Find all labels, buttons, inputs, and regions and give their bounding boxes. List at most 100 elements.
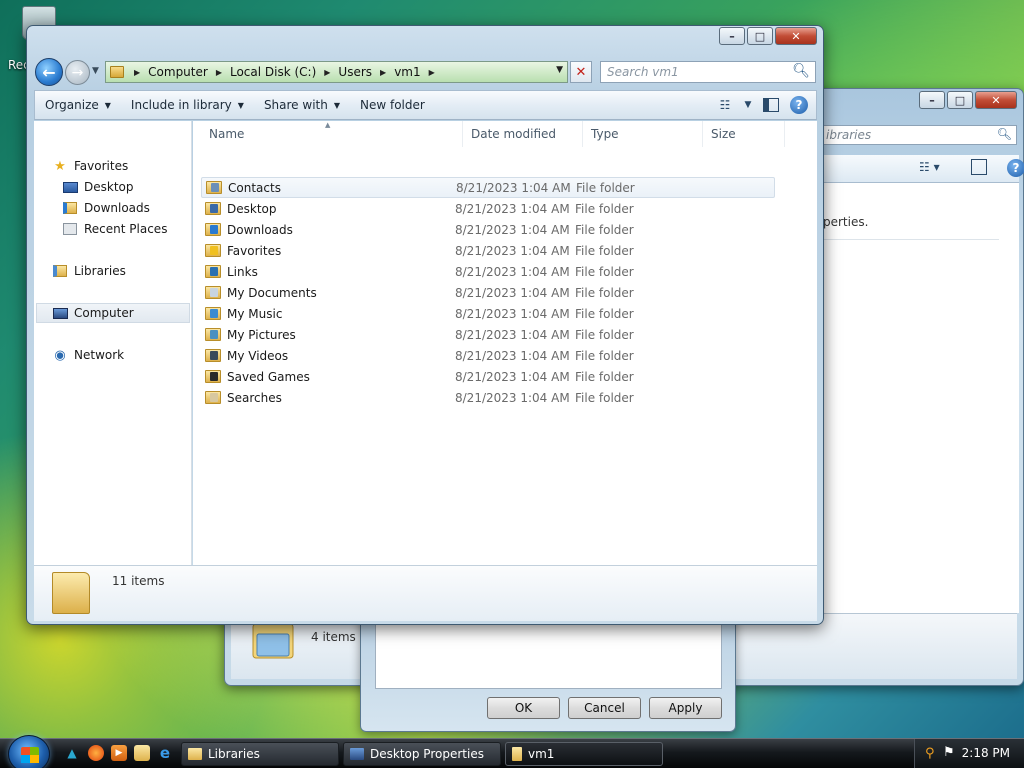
history-dropdown-icon[interactable]: ▼ <box>92 66 99 76</box>
table-row[interactable]: Links 8/21/2023 1:04 AM File folder <box>201 261 775 282</box>
desktop-icon <box>62 180 78 194</box>
file-type: File folder <box>575 348 634 363</box>
new-folder-button[interactable]: New folder <box>350 91 435 119</box>
breadcrumb-arrow-icon[interactable]: ▶ <box>216 68 222 77</box>
folder-icon <box>205 370 221 383</box>
action-center-flag-icon[interactable]: ⚑ <box>943 745 955 760</box>
search-icon[interactable]: ⚲ <box>925 746 935 761</box>
include-in-library-button[interactable]: Include in library ▼ <box>121 91 254 119</box>
table-row[interactable]: Searches 8/21/2023 1:04 AM File folder <box>201 387 775 408</box>
network-icon: ◉ <box>54 347 66 363</box>
breadcrumb-users[interactable]: Users <box>338 65 372 79</box>
address-bar[interactable]: ▶ Computer ▶ Local Disk (C:) ▶ Users ▶ v… <box>105 61 568 83</box>
firefox-icon[interactable] <box>88 745 104 761</box>
organize-button[interactable]: Organize ▼ <box>35 91 121 119</box>
table-row[interactable]: Desktop 8/21/2023 1:04 AM File folder <box>201 198 775 219</box>
nav-desktop[interactable]: Desktop <box>62 177 134 197</box>
file-name: Favorites <box>227 243 282 258</box>
file-type: File folder <box>575 201 634 216</box>
internet-explorer-icon[interactable]: e <box>157 744 173 762</box>
libraries-icon <box>52 264 68 278</box>
breadcrumb-arrow-icon[interactable]: ▶ <box>429 68 435 77</box>
taskbar-vm1[interactable]: vm1 <box>505 742 663 766</box>
folder-icon <box>205 328 221 341</box>
libraries-content-text: perties. <box>823 215 869 229</box>
breadcrumb-arrow-icon[interactable]: ▶ <box>134 68 140 77</box>
column-header-size[interactable]: Size <box>705 121 785 147</box>
minimize-button[interactable]: – <box>919 91 945 109</box>
libraries-toolbar: ☷ ▾ ? <box>823 155 1024 183</box>
minimize-button[interactable]: – <box>719 27 745 45</box>
table-row[interactable]: My Documents 8/21/2023 1:04 AM File folder <box>201 282 775 303</box>
close-button[interactable]: ✕ <box>775 27 817 45</box>
views-dropdown-icon[interactable]: ▼ <box>742 95 754 115</box>
folder-icon <box>188 748 202 760</box>
table-row[interactable]: Favorites 8/21/2023 1:04 AM File folder <box>201 240 775 261</box>
explorer-icon[interactable] <box>134 745 150 761</box>
switch-windows-icon[interactable]: ▲ <box>64 745 80 761</box>
file-date: 8/21/2023 1:04 AM <box>455 327 570 342</box>
folder-icon <box>205 202 221 215</box>
preview-pane-icon[interactable] <box>760 95 782 115</box>
share-with-button[interactable]: Share with ▼ <box>254 91 350 119</box>
folder-icon <box>205 244 221 257</box>
table-row[interactable]: My Videos 8/21/2023 1:04 AM File folder <box>201 345 775 366</box>
table-row[interactable]: Contacts 8/21/2023 1:04 AM File folder <box>201 177 775 198</box>
nav-computer[interactable]: Computer <box>36 303 190 323</box>
display-icon <box>350 748 364 760</box>
forward-arrow-icon[interactable]: → <box>65 60 90 85</box>
views-icon[interactable]: ☷ ▾ <box>919 160 940 174</box>
media-player-icon[interactable]: ▶ <box>111 745 127 761</box>
breadcrumb-arrow-icon[interactable]: ▶ <box>380 68 386 77</box>
column-header-name[interactable]: Name <box>203 121 463 147</box>
nav-recent-places[interactable]: Recent Places <box>62 219 167 239</box>
folder-icon <box>205 391 221 404</box>
address-dropdown-icon[interactable]: ▼ <box>556 65 563 75</box>
breadcrumb-local-disk[interactable]: Local Disk (C:) <box>230 65 316 79</box>
breadcrumb-vm1[interactable]: vm1 <box>394 65 420 79</box>
ok-button[interactable]: OK <box>487 697 560 719</box>
libraries-search-input[interactable]: ibraries 🔍︎ <box>821 125 1017 145</box>
star-icon: ★ <box>54 158 66 174</box>
cancel-button[interactable]: Cancel <box>568 697 641 719</box>
file-type: File folder <box>575 243 634 258</box>
nav-libraries-label: Libraries <box>74 264 126 278</box>
table-row[interactable]: Downloads 8/21/2023 1:04 AM File folder <box>201 219 775 240</box>
nav-downloads[interactable]: Downloads <box>62 198 150 218</box>
table-row[interactable]: My Music 8/21/2023 1:04 AM File folder <box>201 303 775 324</box>
folder-badge-icon <box>210 372 218 381</box>
search-input[interactable]: Search vm1 🔍︎ <box>600 61 816 83</box>
nav-network[interactable]: ◉ Network <box>52 345 124 365</box>
column-header-type[interactable]: Type <box>585 121 703 147</box>
libraries-icon <box>252 623 294 659</box>
libraries-content: perties. <box>823 183 1019 613</box>
table-row[interactable]: My Pictures 8/21/2023 1:04 AM File folder <box>201 324 775 345</box>
help-icon[interactable]: ? <box>1007 159 1024 177</box>
vm1-explorer-window: – □ ✕ ← → ▼ ▶ Computer ▶ Local Disk (C:)… <box>26 25 824 625</box>
nav-libraries[interactable]: Libraries <box>52 261 126 281</box>
apply-button[interactable]: Apply <box>649 697 722 719</box>
start-button[interactable] <box>8 735 50 768</box>
nav-recent-label: Recent Places <box>84 222 168 236</box>
taskbar-desktop-properties[interactable]: Desktop Properties <box>343 742 501 766</box>
column-header-date[interactable]: Date modified <box>465 121 583 147</box>
views-icon[interactable]: ☷ <box>714 95 736 115</box>
nav-favorites[interactable]: ★ Favorites <box>52 156 128 176</box>
stop-icon[interactable]: ✕ <box>570 61 592 83</box>
taskbar: ▲ ▶ e Libraries Desktop Properties vm1 ⚲… <box>0 735 1024 768</box>
folder-icon <box>205 286 221 299</box>
help-button[interactable]: ? <box>788 95 810 115</box>
maximize-button[interactable]: □ <box>947 91 973 109</box>
file-type: File folder <box>576 180 635 195</box>
back-arrow-icon[interactable]: ← <box>35 58 63 86</box>
taskbar-libraries[interactable]: Libraries <box>181 742 339 766</box>
help-icon: ? <box>790 96 808 114</box>
breadcrumb-computer[interactable]: Computer <box>148 65 208 79</box>
table-row[interactable]: Saved Games 8/21/2023 1:04 AM File folder <box>201 366 775 387</box>
close-button[interactable]: ✕ <box>975 91 1017 109</box>
breadcrumb-arrow-icon[interactable]: ▶ <box>324 68 330 77</box>
folder-badge-icon <box>210 330 218 339</box>
preview-pane-icon[interactable] <box>971 159 987 175</box>
maximize-button[interactable]: □ <box>747 27 773 45</box>
clock[interactable]: 2:18 PM <box>962 746 1010 760</box>
